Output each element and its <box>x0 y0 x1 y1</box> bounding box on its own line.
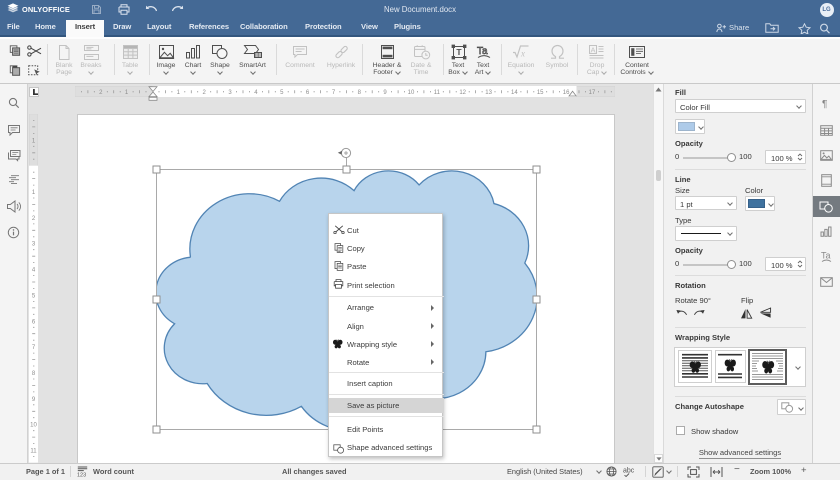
svg-text:16: 16 <box>563 90 570 96</box>
svg-text:11: 11 <box>434 90 441 96</box>
svg-text:13: 13 <box>485 90 492 96</box>
svg-text:15: 15 <box>537 90 544 96</box>
svg-text:10: 10 <box>30 423 37 429</box>
svg-text:T: T <box>456 47 462 57</box>
svg-text:Ta: Ta <box>821 251 831 261</box>
svg-text:10: 10 <box>408 90 415 96</box>
svg-text:123: 123 <box>77 473 86 478</box>
svg-text:12: 12 <box>459 90 466 96</box>
svg-text:x: x <box>520 49 525 59</box>
svg-text:17: 17 <box>589 90 596 96</box>
svg-text:11: 11 <box>30 449 37 455</box>
svg-text:A: A <box>590 45 595 54</box>
svg-text:14: 14 <box>511 90 518 96</box>
